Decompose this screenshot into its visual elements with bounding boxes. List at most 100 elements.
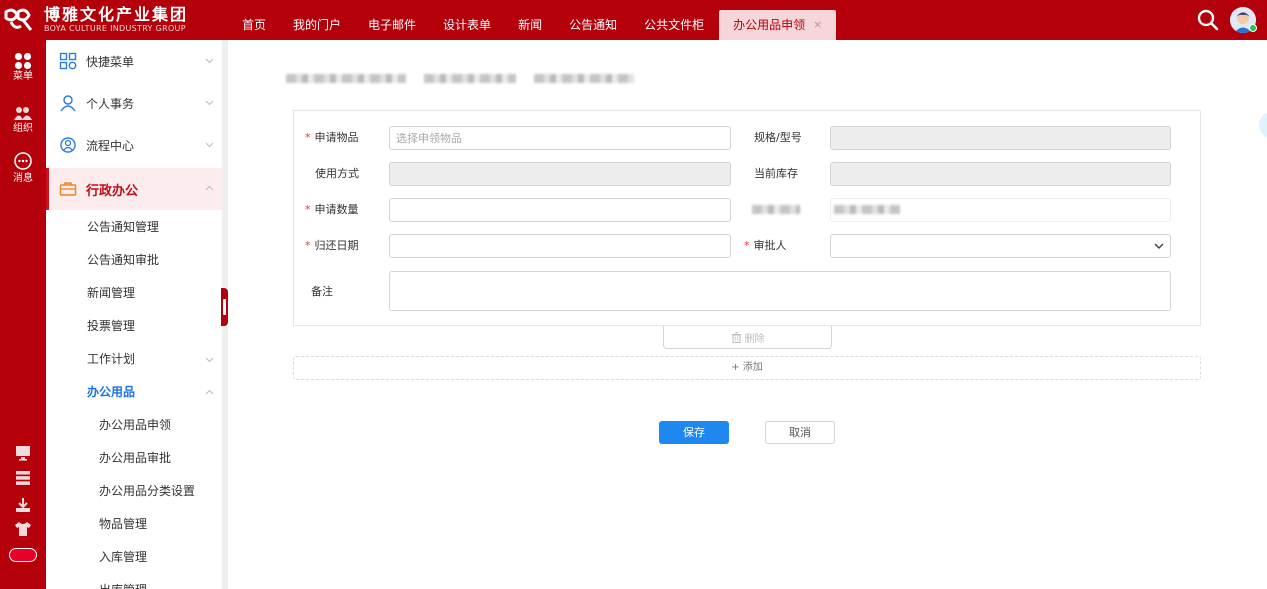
search-icon[interactable] [1196,8,1220,32]
tab-office-supplies-apply[interactable]: 办公用品申领 × [719,10,837,40]
sidebar-collapse-handle[interactable] [221,288,228,326]
stock-label: 当前库存 [754,167,798,180]
toggle-pill-icon[interactable] [9,548,37,562]
usage-field [389,162,731,186]
sidebar-item-supplies-review[interactable]: 办公用品审批 [46,442,222,475]
monitor-icon[interactable] [14,444,32,462]
stock-field [830,162,1171,186]
item-label-text: 申请物品 [314,131,359,144]
approver-label: * 审批人 [744,235,787,257]
remark-label: 备注 [311,285,333,298]
sidebar-item-stock-out[interactable]: 出库管理 [46,574,222,589]
sidebar-item-vote-mgmt[interactable]: 投票管理 [46,310,222,343]
return-date-label: * 归还日期 [305,235,359,257]
nav-news[interactable]: 新闻 [506,10,554,40]
redacted-text [286,74,406,83]
required-mark: * [305,131,311,144]
close-icon[interactable]: × [813,10,822,40]
person-icon [60,95,76,112]
rail-org[interactable]: 组织 [0,106,46,135]
nav-public-files[interactable]: 公共文件柜 [632,10,716,40]
top-bar: 博雅文化产业集团 BOYA CULTURE INDUSTRY GROUP 首页 … [0,0,1267,40]
brand-name-cn: 博雅文化产业集团 [44,5,189,24]
spec-field [830,126,1171,150]
trash-icon [731,331,741,343]
item-label: * 申请物品 [305,127,359,149]
sidebar-item-work-plan[interactable]: 工作计划 [46,343,222,376]
required-mark: * [305,239,311,252]
return-date-label-text: 归还日期 [314,239,359,252]
rail-org-label: 组织 [13,123,33,134]
sidebar-item-admin-office[interactable]: 行政办公 [46,168,222,210]
online-status-dot [1249,24,1257,32]
chevron-down-icon [205,58,214,64]
delete-button[interactable]: 删除 [663,326,832,349]
add-row-button[interactable]: + 添加 [293,356,1201,380]
sidebar-item-label: 工作计划 [87,352,136,366]
approver-label-text: 审批人 [753,239,787,252]
approver-select[interactable] [830,234,1171,258]
nav-design-form[interactable]: 设计表单 [431,10,503,40]
brand-name-en: BOYA CULTURE INDUSTRY GROUP [44,24,186,33]
sidebar-item-items-mgmt[interactable]: 物品管理 [46,508,222,541]
sidebar-item-workflow[interactable]: 流程中心 [46,124,222,166]
sidebar-item-supplies-apply[interactable]: 办公用品申领 [46,409,222,442]
sidebar-item-quick-menu[interactable]: 快捷菜单 [46,40,222,82]
redacted-text [534,74,634,83]
grid-icon [14,52,32,70]
sidebar-item-supplies-category[interactable]: 办公用品分类设置 [46,475,222,508]
sidebar-item-news-mgmt[interactable]: 新闻管理 [46,277,222,310]
rail-menu[interactable]: 菜单 [0,52,46,83]
briefcase-icon [59,182,77,196]
nav-notices[interactable]: 公告通知 [557,10,629,40]
chat-icon [14,152,32,170]
sidebar-item-office-supplies[interactable]: 办公用品 [46,376,222,409]
remark-textarea[interactable] [389,271,1171,311]
apply-form: *申请物品 规格/型号 使用方式 当前库存 *申请数量 *归还日期 *审批人 [293,110,1201,326]
chevron-down-icon [205,100,214,106]
tab-label: 办公用品申领 [733,18,806,32]
sidebar-item-personal[interactable]: 个人事务 [46,82,222,124]
top-nav: 首页 我的门户 电子邮件 设计表单 新闻 公告通知 公共文件柜 办公用品申领 × [230,0,839,40]
redacted-text [834,205,900,214]
sidebar: 快捷菜单 个人事务 流程中心 行政办公 公告通知管理 公告通知审批 新闻管理 投… [46,40,222,589]
quantity-label: * 申请数量 [305,199,359,221]
sidebar-item-label: 个人事务 [86,96,135,111]
download-icon[interactable] [14,496,32,514]
brand-logo-mark [0,0,40,40]
chevron-down-icon [205,142,214,148]
flow-icon [60,137,76,153]
rail-messages[interactable]: 消息 [0,152,46,185]
approver-value [831,234,843,258]
people-icon [14,107,32,120]
nav-home[interactable]: 首页 [230,10,278,40]
main-content: *申请物品 规格/型号 使用方式 当前库存 *申请数量 *归还日期 *审批人 [228,40,1267,589]
chevron-up-icon [205,185,214,191]
quantity-input[interactable] [389,198,731,222]
save-button[interactable]: 保存 [659,421,729,444]
nav-my-portal[interactable]: 我的门户 [281,10,353,40]
sidebar-item-label: 流程中心 [86,138,135,153]
sidebar-item-stock-in[interactable]: 入库管理 [46,541,222,574]
redacted-text [424,74,516,83]
nav-email[interactable]: 电子邮件 [356,10,428,40]
rail-messages-label: 消息 [13,173,33,184]
shirt-icon[interactable] [14,520,32,538]
sidebar-item-label: 行政办公 [86,183,139,199]
cancel-button[interactable]: 取消 [765,421,835,444]
delete-label: 删除 [744,333,765,345]
chevron-down-icon [1154,243,1164,250]
redacted-label [752,205,800,214]
item-select-input[interactable] [389,126,731,150]
return-date-input[interactable] [389,234,731,258]
required-mark: * [744,239,750,252]
rail-menu-label: 菜单 [13,71,33,82]
sidebar-item-notice-review[interactable]: 公告通知审批 [46,244,222,277]
icon-rail: 菜单 组织 消息 [0,40,46,589]
usage-label: 使用方式 [315,167,359,180]
quick-menu-icon [59,52,77,70]
server-icon[interactable] [14,469,32,487]
sidebar-item-notice-mgmt[interactable]: 公告通知管理 [46,211,222,244]
brand-logo[interactable]: 博雅文化产业集团 BOYA CULTURE INDUSTRY GROUP [0,0,230,40]
chevron-up-icon [205,389,214,395]
